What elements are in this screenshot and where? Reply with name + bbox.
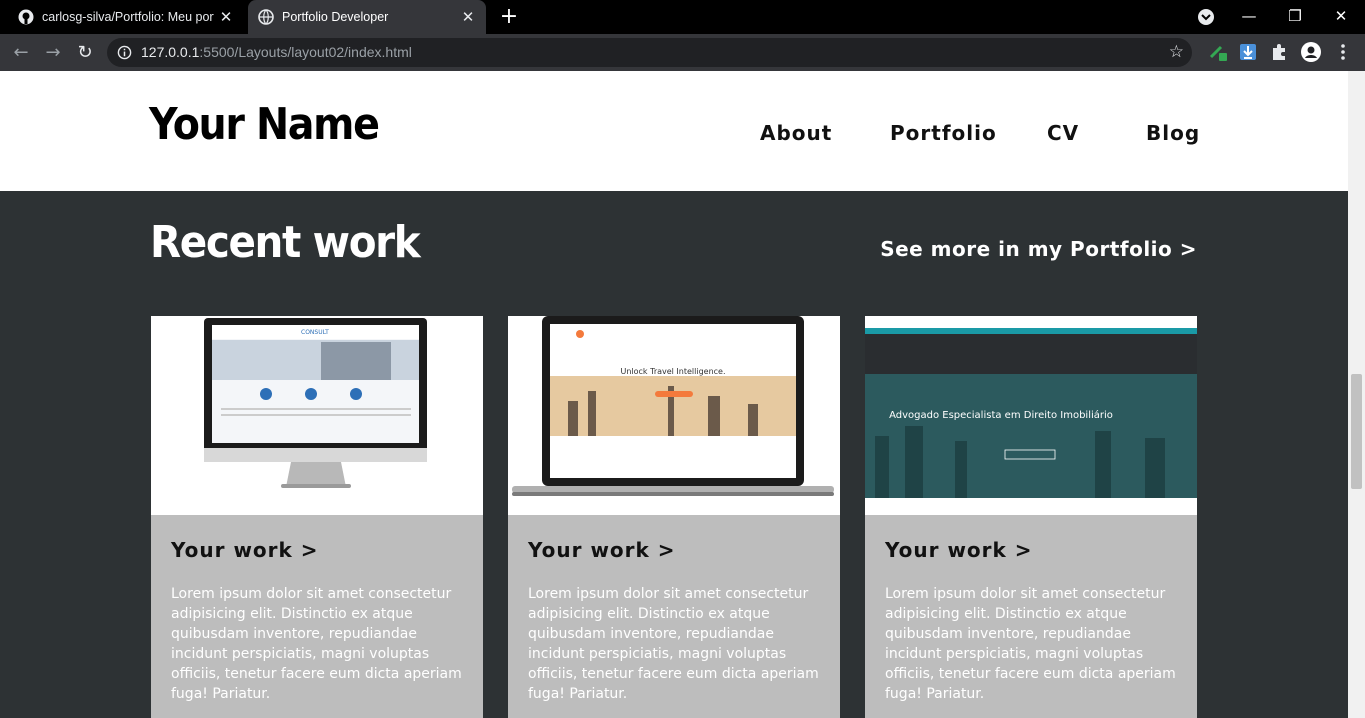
tab-search-icon[interactable] xyxy=(1196,7,1216,27)
thumb-caption: CONSULT xyxy=(301,329,329,336)
nav-about[interactable]: About xyxy=(760,121,832,145)
forward-icon[interactable]: → xyxy=(39,39,67,67)
restore-icon[interactable]: ❐ xyxy=(1272,0,1318,34)
work-thumbnail[interactable]: Unlock Travel Intelligence. xyxy=(508,316,840,515)
close-window-icon[interactable]: ✕ xyxy=(1318,0,1364,34)
url-host: 127.0.0.1 xyxy=(141,44,200,60)
card-text: Lorem ipsum dolor sit amet consectetur a… xyxy=(885,586,1176,702)
tab-title: carlosg-silva/Portfolio: Meu portf xyxy=(42,10,214,24)
recent-work-section: Recent work See more in my Portfolio > C… xyxy=(0,191,1348,718)
url-path: :5500/Layouts/layout02/index.html xyxy=(199,44,412,60)
see-more-link[interactable]: See more in my Portfolio > xyxy=(880,237,1197,261)
menu-icon[interactable] xyxy=(1333,42,1353,62)
info-icon[interactable] xyxy=(117,45,132,60)
page-scrollbar[interactable] xyxy=(1348,71,1365,718)
work-thumbnail[interactable]: CONSULT xyxy=(151,316,483,515)
star-icon[interactable]: ☆ xyxy=(1169,42,1184,62)
nav-portfolio[interactable]: Portfolio xyxy=(890,121,997,145)
work-card[interactable]: CONSULT Your work > Lorem ipsum dolor si… xyxy=(151,316,483,718)
card-title[interactable]: Your work > xyxy=(885,538,1033,562)
section-title: Recent work xyxy=(150,217,421,268)
page-viewport: Your Name About Portfolio CV Blog Recent… xyxy=(0,71,1348,718)
laptop-mockup-image: Unlock Travel Intelligence. xyxy=(512,316,834,496)
nav-blog[interactable]: Blog xyxy=(1146,121,1200,145)
site-header: Your Name About Portfolio CV Blog xyxy=(0,71,1348,191)
address-bar: ← → ↻ 127.0.0.1:5500/Layouts/layout02/in… xyxy=(0,34,1365,71)
thumb-caption: Unlock Travel Intelligence. xyxy=(620,367,725,376)
website-screenshot-image: Advogado Especialista em Direito Imobili… xyxy=(865,316,1197,515)
extensions-icon[interactable] xyxy=(1269,42,1289,62)
scrollbar-thumb[interactable] xyxy=(1351,374,1362,489)
url-text: 127.0.0.1:5500/Layouts/layout02/index.ht… xyxy=(141,44,412,60)
back-icon[interactable]: ← xyxy=(7,39,35,67)
plus-icon[interactable]: + xyxy=(496,4,522,30)
close-icon[interactable]: ✕ xyxy=(214,8,238,26)
extension-pen-icon[interactable] xyxy=(1208,42,1228,62)
work-thumbnail[interactable]: Advogado Especialista em Direito Imobili… xyxy=(865,316,1197,515)
profile-icon[interactable] xyxy=(1301,42,1321,62)
work-card[interactable]: Advogado Especialista em Direito Imobili… xyxy=(865,316,1197,718)
monitor-mockup-image: CONSULT xyxy=(204,318,427,488)
github-icon xyxy=(18,9,34,25)
url-field[interactable]: 127.0.0.1:5500/Layouts/layout02/index.ht… xyxy=(107,38,1192,67)
work-card[interactable]: Unlock Travel Intelligence. Your work > … xyxy=(508,316,840,718)
card-text: Lorem ipsum dolor sit amet consectetur a… xyxy=(528,586,819,702)
tab-title: Portfolio Developer xyxy=(282,10,389,24)
minimize-icon[interactable]: — xyxy=(1226,0,1272,34)
site-logo[interactable]: Your Name xyxy=(149,99,380,150)
tab-bar: carlosg-silva/Portfolio: Meu portf ✕ Por… xyxy=(0,0,1365,34)
tab-github[interactable]: carlosg-silva/Portfolio: Meu portf ✕ xyxy=(8,0,244,34)
card-title[interactable]: Your work > xyxy=(528,538,676,562)
reload-icon[interactable]: ↻ xyxy=(71,39,99,67)
card-title[interactable]: Your work > xyxy=(171,538,319,562)
download-extension-icon[interactable] xyxy=(1238,42,1258,62)
card-text: Lorem ipsum dolor sit amet consectetur a… xyxy=(171,586,462,702)
globe-icon xyxy=(258,9,274,25)
close-icon[interactable]: ✕ xyxy=(456,8,480,26)
tab-portfolio[interactable]: Portfolio Developer ✕ xyxy=(248,0,486,34)
nav-cv[interactable]: CV xyxy=(1047,121,1079,145)
thumb-caption: Advogado Especialista em Direito Imobili… xyxy=(889,409,1113,421)
